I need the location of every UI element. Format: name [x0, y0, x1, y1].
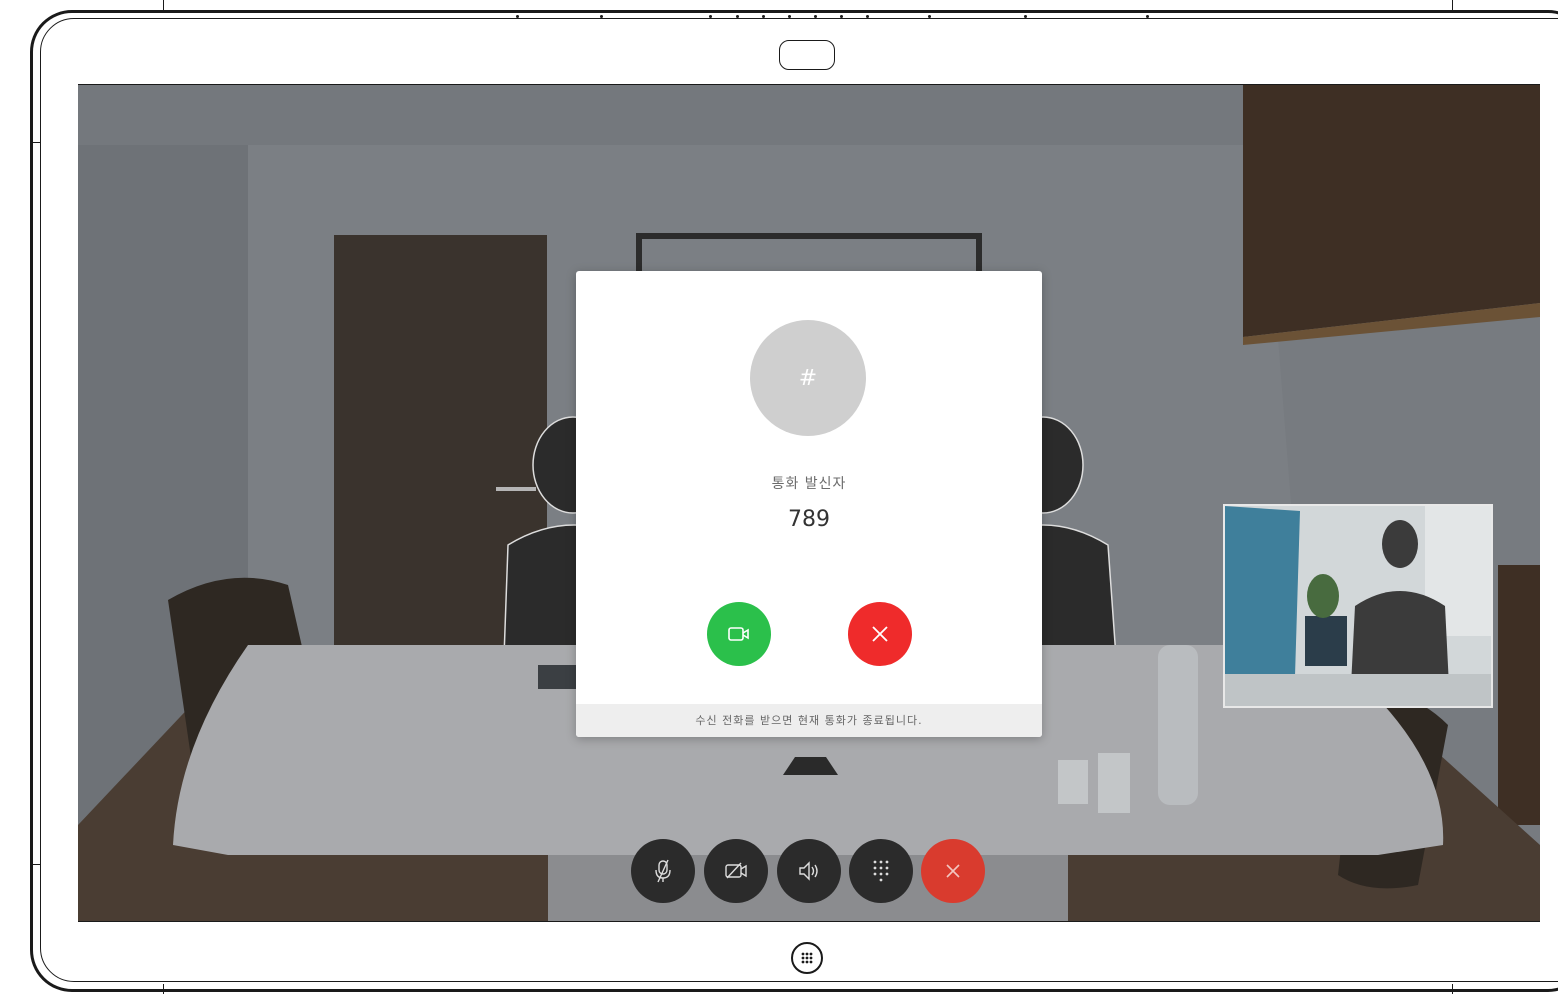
speaker-icon: [799, 861, 818, 881]
frame-tick: [1452, 0, 1453, 12]
device-camera: [779, 40, 835, 70]
caller-label: 통화 발신자: [771, 476, 847, 492]
decline-call-button[interactable]: [848, 602, 912, 666]
video-screen: # 통화 발신자 789 수신 전화를 받으면 현재 통화가 종료됩니다.: [78, 84, 1540, 922]
end-call-button[interactable]: [921, 839, 985, 903]
frame-tick: [30, 864, 40, 865]
camera-off-button[interactable]: [704, 839, 768, 903]
video-camera-icon: [728, 627, 749, 641]
frame-tick: [163, 0, 164, 12]
accept-call-button[interactable]: [707, 602, 771, 666]
sensor-dot: [1024, 15, 1027, 18]
microphone-muted-icon: [655, 859, 671, 883]
frame-tick: [163, 984, 164, 994]
incoming-call-dialog: # 통화 발신자 789 수신 전화를 받으면 현재 통화가 종료됩니다.: [576, 271, 1042, 737]
caller-avatar: #: [750, 320, 866, 436]
close-icon: [946, 864, 960, 878]
sensor-dot: [840, 15, 843, 18]
sensor-dot: [709, 15, 712, 18]
self-view-video: [1225, 506, 1491, 706]
sensor-dot: [736, 15, 739, 18]
home-grid-icon: [801, 952, 813, 964]
close-icon: [872, 626, 888, 642]
sensor-dot: [1146, 15, 1149, 18]
sensor-dot: [928, 15, 931, 18]
sensor-dot: [788, 15, 791, 18]
volume-button[interactable]: [777, 839, 841, 903]
sensor-dot: [516, 15, 519, 18]
sensor-dot: [600, 15, 603, 18]
caller-number: 789: [788, 507, 830, 532]
mute-button[interactable]: [631, 839, 695, 903]
camera-off-icon: [725, 862, 747, 879]
dialog-footer-note: 수신 전화를 받으면 현재 통화가 종료됩니다.: [576, 704, 1042, 737]
keypad-button[interactable]: [849, 839, 913, 903]
frame-tick: [1452, 984, 1453, 994]
sensor-dot: [814, 15, 817, 18]
home-button[interactable]: [791, 942, 823, 974]
avatar-symbol: #: [798, 365, 818, 391]
frame-tick: [30, 142, 40, 143]
sensor-dot: [762, 15, 765, 18]
self-view[interactable]: [1223, 504, 1493, 708]
sensor-dot: [866, 15, 869, 18]
keypad-icon: [873, 860, 889, 882]
